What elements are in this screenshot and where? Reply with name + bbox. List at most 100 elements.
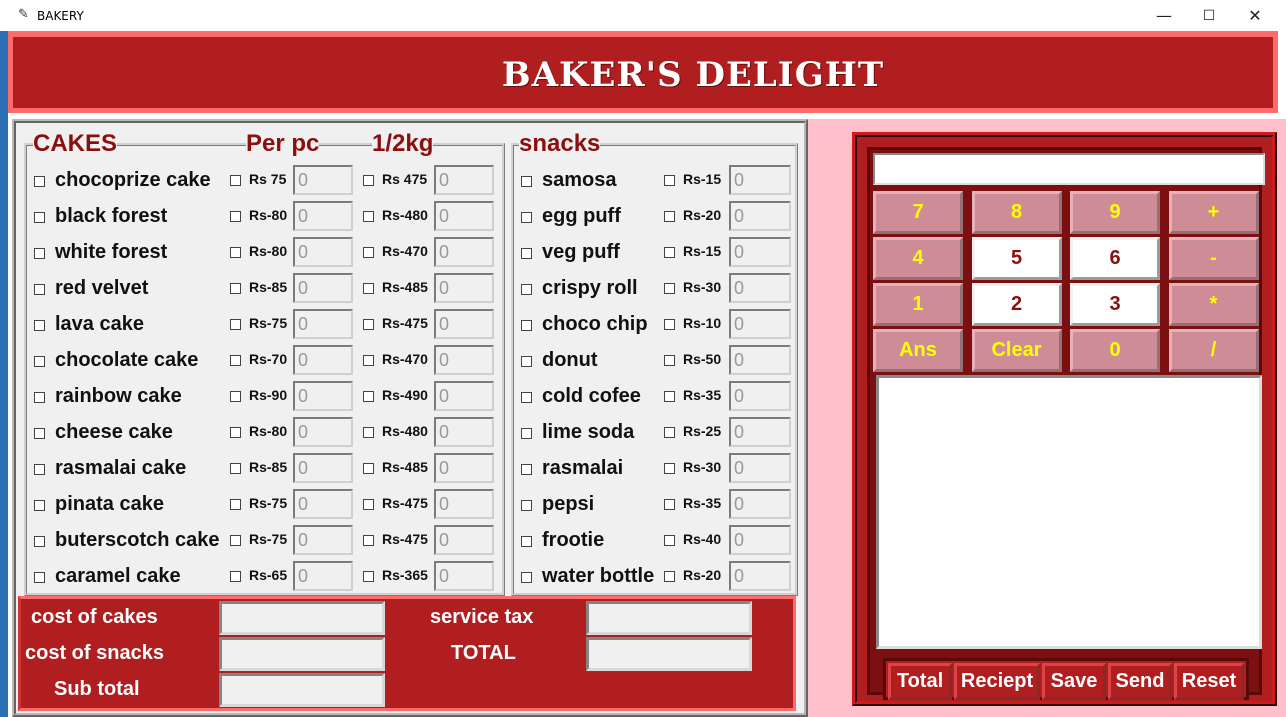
per-pc-checkbox[interactable]: [230, 247, 241, 258]
half-kg-qty-field[interactable]: 0: [434, 201, 494, 231]
snack-checkbox[interactable]: [521, 320, 532, 331]
per-pc-checkbox[interactable]: [230, 211, 241, 222]
snack-qty-field[interactable]: 0: [729, 417, 791, 447]
half-kg-checkbox[interactable]: [363, 499, 374, 510]
per-pc-qty-field[interactable]: 0: [293, 489, 353, 519]
snack-qty-field[interactable]: 0: [729, 453, 791, 483]
half-kg-qty-field[interactable]: 0: [434, 237, 494, 267]
snack-checkbox[interactable]: [521, 356, 532, 367]
per-pc-checkbox[interactable]: [230, 499, 241, 510]
calc-key[interactable]: 9: [1070, 191, 1160, 234]
calc-key[interactable]: 5: [971, 237, 1062, 280]
calc-key[interactable]: 6: [1070, 237, 1160, 280]
calc-key[interactable]: 4: [873, 237, 963, 280]
per-pc-checkbox[interactable]: [230, 427, 241, 438]
calc-key[interactable]: 2: [971, 283, 1062, 326]
cake-checkbox[interactable]: [34, 392, 45, 403]
per-pc-checkbox[interactable]: [230, 571, 241, 582]
half-kg-qty-field[interactable]: 0: [434, 561, 494, 591]
half-kg-checkbox[interactable]: [363, 535, 374, 546]
total-field[interactable]: [586, 637, 752, 671]
snack-qty-field[interactable]: 0: [729, 345, 791, 375]
half-kg-checkbox[interactable]: [363, 427, 374, 438]
calc-key[interactable]: *: [1168, 283, 1259, 326]
per-pc-qty-field[interactable]: 0: [293, 309, 353, 339]
calc-key[interactable]: 1: [873, 283, 963, 326]
per-pc-checkbox[interactable]: [230, 463, 241, 474]
per-pc-qty-field[interactable]: 0: [293, 561, 353, 591]
half-kg-checkbox[interactable]: [363, 391, 374, 402]
snack-checkbox[interactable]: [521, 284, 532, 295]
per-pc-qty-field[interactable]: 0: [293, 345, 353, 375]
snack-checkbox[interactable]: [521, 500, 532, 511]
per-pc-qty-field[interactable]: 0: [293, 453, 353, 483]
per-pc-checkbox[interactable]: [230, 355, 241, 366]
snack-qty-field[interactable]: 0: [729, 561, 791, 591]
per-pc-qty-field[interactable]: 0: [293, 525, 353, 555]
cake-checkbox[interactable]: [34, 284, 45, 295]
snack-checkbox[interactable]: [521, 536, 532, 547]
cake-checkbox[interactable]: [34, 428, 45, 439]
close-button[interactable]: ✕: [1232, 0, 1278, 31]
half-kg-qty-field[interactable]: 0: [434, 417, 494, 447]
snack-price-checkbox[interactable]: [664, 427, 675, 438]
calc-key[interactable]: Clear: [971, 329, 1062, 372]
per-pc-checkbox[interactable]: [230, 319, 241, 330]
snack-price-checkbox[interactable]: [664, 463, 675, 474]
snack-price-checkbox[interactable]: [664, 535, 675, 546]
half-kg-checkbox[interactable]: [363, 283, 374, 294]
per-pc-checkbox[interactable]: [230, 535, 241, 546]
sub-total-field[interactable]: [219, 673, 385, 707]
half-kg-qty-field[interactable]: 0: [434, 381, 494, 411]
snack-checkbox[interactable]: [521, 176, 532, 187]
snack-price-checkbox[interactable]: [664, 355, 675, 366]
half-kg-qty-field[interactable]: 0: [434, 309, 494, 339]
calc-key[interactable]: Ans: [873, 329, 963, 372]
calc-key[interactable]: 7: [873, 191, 963, 234]
calc-key[interactable]: 8: [971, 191, 1062, 234]
calc-key[interactable]: 0: [1070, 329, 1160, 372]
cake-checkbox[interactable]: [34, 356, 45, 367]
cake-checkbox[interactable]: [34, 248, 45, 259]
snack-price-checkbox[interactable]: [664, 247, 675, 258]
calc-key[interactable]: -: [1168, 237, 1259, 280]
per-pc-qty-field[interactable]: 0: [293, 417, 353, 447]
cake-checkbox[interactable]: [34, 464, 45, 475]
half-kg-qty-field[interactable]: 0: [434, 165, 494, 195]
receipt-text-area[interactable]: [876, 375, 1262, 649]
snack-price-checkbox[interactable]: [664, 391, 675, 402]
half-kg-qty-field[interactable]: 0: [434, 345, 494, 375]
cost-of-snacks-field[interactable]: [219, 637, 385, 671]
half-kg-checkbox[interactable]: [363, 463, 374, 474]
half-kg-checkbox[interactable]: [363, 355, 374, 366]
snack-checkbox[interactable]: [521, 428, 532, 439]
snack-price-checkbox[interactable]: [664, 211, 675, 222]
cake-checkbox[interactable]: [34, 536, 45, 547]
cake-checkbox[interactable]: [34, 572, 45, 583]
snack-price-checkbox[interactable]: [664, 571, 675, 582]
snack-checkbox[interactable]: [521, 464, 532, 475]
total-button[interactable]: Total: [888, 663, 952, 700]
snack-qty-field[interactable]: 0: [729, 309, 791, 339]
receipt-button[interactable]: Reciept: [954, 663, 1040, 700]
snack-price-checkbox[interactable]: [664, 283, 675, 294]
maximize-button[interactable]: ☐: [1186, 0, 1232, 31]
snack-qty-field[interactable]: 0: [729, 201, 791, 231]
service-tax-field[interactable]: [586, 601, 752, 635]
half-kg-checkbox[interactable]: [363, 571, 374, 582]
save-button[interactable]: Save: [1042, 663, 1106, 700]
half-kg-checkbox[interactable]: [363, 319, 374, 330]
per-pc-qty-field[interactable]: 0: [293, 381, 353, 411]
snack-qty-field[interactable]: 0: [729, 489, 791, 519]
per-pc-checkbox[interactable]: [230, 175, 241, 186]
per-pc-qty-field[interactable]: 0: [293, 237, 353, 267]
snack-price-checkbox[interactable]: [664, 319, 675, 330]
half-kg-checkbox[interactable]: [363, 175, 374, 186]
calc-key[interactable]: +: [1168, 191, 1259, 234]
snack-checkbox[interactable]: [521, 248, 532, 259]
snack-qty-field[interactable]: 0: [729, 381, 791, 411]
snack-checkbox[interactable]: [521, 392, 532, 403]
cake-checkbox[interactable]: [34, 320, 45, 331]
half-kg-qty-field[interactable]: 0: [434, 453, 494, 483]
send-button[interactable]: Send: [1108, 663, 1172, 700]
